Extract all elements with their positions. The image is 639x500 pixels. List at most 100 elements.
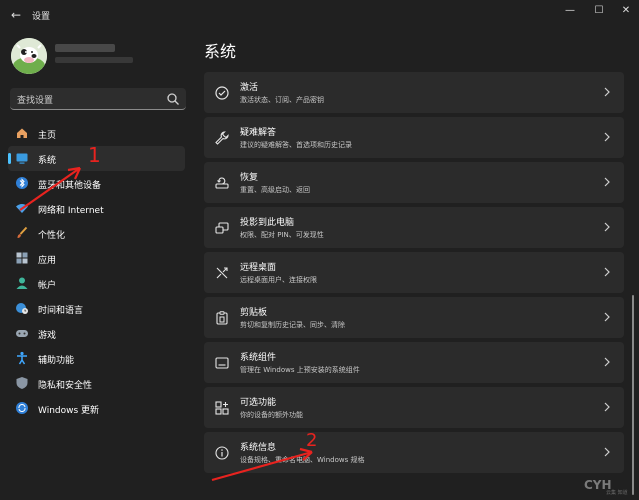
account-icon (16, 277, 28, 289)
chevron-right-icon (604, 267, 610, 277)
app-title: 设置 (32, 12, 51, 22)
card-title: 远程桌面 (240, 263, 277, 273)
sidebar-item-system[interactable]: 系统 (8, 146, 185, 171)
sidebar-item-network[interactable]: 网络和 Internet (8, 196, 185, 221)
sidebar-item-windows-update[interactable]: Windows 更新 (8, 396, 185, 421)
avatar[interactable] (11, 38, 47, 74)
optional-features-icon (215, 401, 229, 415)
sidebar-item-privacy-security[interactable]: 隐私和安全性 (8, 371, 185, 396)
bluetooth-icon (16, 177, 28, 189)
wrench-icon (215, 131, 229, 145)
chevron-right-icon (604, 177, 610, 187)
sidebar: 查找设置 主页 系统 蓝牙和其他设备 网络和 Internet 个性化 应用 帐… (0, 30, 196, 500)
gamepad-icon (16, 330, 28, 337)
sidebar-item-home[interactable]: 主页 (8, 121, 185, 146)
cow-avatar-icon (11, 38, 47, 74)
info-icon (215, 446, 229, 460)
maximize-button[interactable]: ☐ (589, 4, 609, 18)
activation-icon (215, 86, 229, 100)
chevron-right-icon (604, 312, 610, 322)
search-icon[interactable] (166, 92, 180, 106)
chevron-right-icon (604, 87, 610, 97)
card-optional-features[interactable]: 可选功能 你的设备的额外功能 (204, 387, 624, 428)
chevron-right-icon (604, 447, 610, 457)
card-subtitle: 管理在 Windows 上预安装的系统组件 (240, 366, 360, 374)
minimize-button[interactable]: — (560, 4, 580, 18)
sidebar-item-accessibility[interactable]: 辅助功能 (8, 346, 185, 371)
remote-icon (216, 267, 228, 279)
brush-icon (17, 226, 28, 238)
card-title: 剪贴板 (240, 308, 268, 318)
sidebar-item-gaming[interactable]: 游戏 (8, 321, 185, 346)
back-button[interactable]: ← (8, 7, 24, 23)
title-bar: ← 设置 — ☐ ✕ (0, 0, 639, 30)
update-icon (16, 402, 28, 414)
card-title: 疑难解答 (240, 128, 277, 138)
home-icon (17, 128, 27, 138)
card-subtitle: 权限、配对 PIN、可发现性 (240, 231, 324, 239)
sidebar-item-label: 系统 (38, 156, 57, 166)
apps-icon (16, 252, 28, 264)
user-name-redacted (55, 44, 135, 66)
card-title: 投影到此电脑 (240, 218, 295, 228)
sidebar-item-label: 辅助功能 (38, 356, 75, 366)
chevron-right-icon (604, 357, 610, 367)
card-about[interactable]: 系统信息 设备规格、重命名电脑、Windows 规格 (204, 432, 624, 473)
sidebar-item-label: 帐户 (38, 281, 57, 291)
globe-clock-icon (16, 303, 28, 314)
chevron-right-icon (604, 222, 610, 232)
sidebar-nav: 主页 系统 蓝牙和其他设备 网络和 Internet 个性化 应用 帐户 时间和… (8, 121, 188, 421)
card-title: 可选功能 (240, 398, 277, 408)
card-title: 激活 (240, 83, 259, 93)
components-icon (215, 357, 229, 369)
card-title: 系统信息 (240, 443, 277, 453)
sidebar-item-accounts[interactable]: 帐户 (8, 271, 185, 296)
card-subtitle: 你的设备的额外功能 (240, 411, 303, 419)
close-button[interactable]: ✕ (616, 4, 636, 18)
card-subtitle: 设备规格、重命名电脑、Windows 规格 (240, 456, 365, 464)
active-indicator (8, 153, 11, 164)
chevron-right-icon (604, 402, 610, 412)
page-title: 系统 (204, 42, 237, 61)
card-subtitle: 建议的疑难解答、首选项和历史记录 (240, 141, 352, 149)
sidebar-item-label: Windows 更新 (38, 406, 100, 416)
card-subtitle: 激活状态、订阅、产品密钥 (240, 96, 324, 104)
settings-list: 激活 激活状态、订阅、产品密钥 疑难解答 建议的疑难解答、首选项和历史记录 恢复… (204, 72, 624, 477)
sidebar-item-bluetooth[interactable]: 蓝牙和其他设备 (8, 171, 185, 196)
search-input[interactable]: 查找设置 (17, 93, 53, 106)
chevron-right-icon (604, 132, 610, 142)
clipboard-icon (216, 311, 228, 325)
card-subtitle: 远程桌面用户、连接权限 (240, 276, 317, 284)
card-subtitle: 剪切和复制历史记录、同步、清除 (240, 321, 345, 329)
recovery-icon (215, 177, 229, 189)
card-clipboard[interactable]: 剪贴板 剪切和复制历史记录、同步、清除 (204, 297, 624, 338)
sidebar-item-label: 应用 (38, 256, 57, 266)
sidebar-item-label: 个性化 (38, 231, 66, 241)
card-system-components[interactable]: 系统组件 管理在 Windows 上预安装的系统组件 (204, 342, 624, 383)
card-project-to-pc[interactable]: 投影到此电脑 权限、配对 PIN、可发现性 (204, 207, 624, 248)
system-icon (16, 153, 28, 164)
card-activation[interactable]: 激活 激活状态、订阅、产品密钥 (204, 72, 624, 113)
card-title: 系统组件 (240, 353, 277, 363)
sidebar-item-label: 主页 (38, 131, 57, 141)
sidebar-item-label: 隐私和安全性 (38, 381, 93, 391)
sidebar-item-time-language[interactable]: 时间和语言 (8, 296, 185, 321)
accessibility-icon (17, 351, 27, 365)
sidebar-item-label: 游戏 (38, 331, 57, 341)
card-troubleshoot[interactable]: 疑难解答 建议的疑难解答、首选项和历史记录 (204, 117, 624, 158)
sidebar-item-label: 蓝牙和其他设备 (38, 181, 102, 191)
wifi-icon (16, 204, 28, 213)
sidebar-item-label: 网络和 Internet (38, 206, 104, 216)
sidebar-item-apps[interactable]: 应用 (8, 246, 185, 271)
card-remote-desktop[interactable]: 远程桌面 远程桌面用户、连接权限 (204, 252, 624, 293)
search-box[interactable]: 查找设置 (10, 88, 186, 110)
project-icon (215, 222, 229, 234)
scrollbar[interactable] (632, 295, 634, 495)
card-subtitle: 重置、高级启动、返回 (240, 186, 310, 194)
card-title: 恢复 (240, 173, 259, 183)
watermark-caption: 云集 知道 (606, 490, 628, 496)
sidebar-item-personalization[interactable]: 个性化 (8, 221, 185, 246)
shield-icon (16, 377, 28, 389)
card-recovery[interactable]: 恢复 重置、高级启动、返回 (204, 162, 624, 203)
sidebar-item-label: 时间和语言 (38, 306, 84, 316)
